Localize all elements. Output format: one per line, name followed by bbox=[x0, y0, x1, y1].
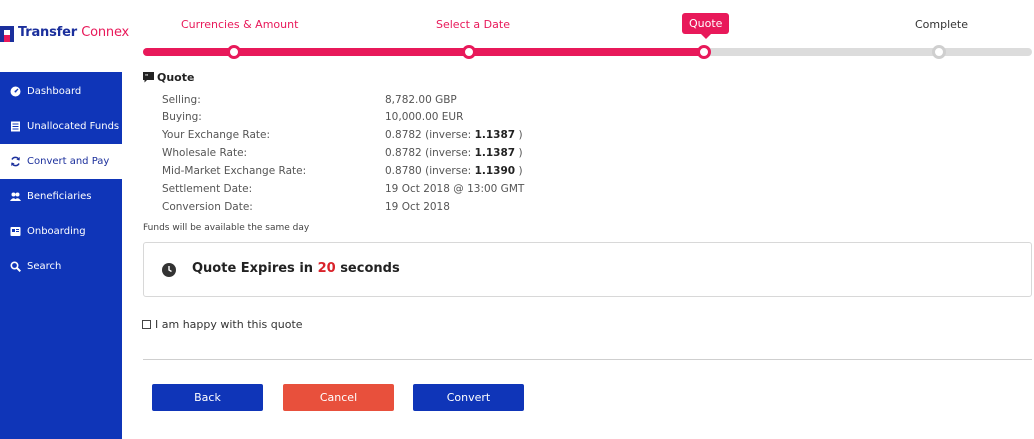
selling-label: Selling: bbox=[162, 94, 201, 106]
settlement-date-label: Settlement Date: bbox=[162, 183, 253, 195]
step-dot-3 bbox=[697, 45, 711, 59]
your-rate-value: 0.8782 (inverse: 1.1387 ) bbox=[385, 129, 523, 141]
step-select-date[interactable]: Select a Date bbox=[436, 18, 510, 31]
cancel-button[interactable]: Cancel bbox=[283, 384, 394, 411]
selling-value: 8,782.00 GBP bbox=[385, 94, 457, 106]
conversion-date-label: Conversion Date: bbox=[162, 201, 253, 213]
users-icon bbox=[10, 191, 21, 202]
sidebar-item-onboarding[interactable]: Onboarding bbox=[0, 214, 122, 249]
quote-icon: " bbox=[143, 72, 154, 83]
back-button[interactable]: Back bbox=[152, 384, 263, 411]
wholesale-rate-label: Wholesale Rate: bbox=[162, 147, 248, 159]
midmarket-rate-label: Mid-Market Exchange Rate: bbox=[162, 165, 307, 177]
quote-title: Quote bbox=[157, 71, 195, 84]
clock-icon bbox=[162, 263, 176, 277]
quote-expiry-panel: Quote Expires in 20 seconds bbox=[143, 242, 1032, 297]
sidebar-item-search[interactable]: Search bbox=[0, 249, 122, 284]
funds-availability-note: Funds will be available the same day bbox=[143, 223, 310, 233]
sidebar-item-label: Search bbox=[27, 261, 62, 272]
onboarding-icon bbox=[10, 226, 21, 237]
wholesale-rate-value: 0.8782 (inverse: 1.1387 ) bbox=[385, 147, 523, 159]
convert-button[interactable]: Convert bbox=[413, 384, 524, 411]
step-dot-1 bbox=[227, 45, 241, 59]
sidebar-item-label: Convert and Pay bbox=[27, 156, 110, 167]
agree-quote-control[interactable]: I am happy with this quote bbox=[142, 318, 303, 331]
conversion-date-value: 19 Oct 2018 bbox=[385, 201, 450, 213]
divider bbox=[143, 359, 1032, 360]
sidebar: Transfer Connex Dashboard Unallocated Fu… bbox=[0, 0, 129, 439]
step-dot-2 bbox=[462, 45, 476, 59]
step-currencies-amount[interactable]: Currencies & Amount bbox=[181, 18, 298, 31]
step-dot-4 bbox=[932, 45, 946, 59]
quote-header: " Quote bbox=[143, 71, 194, 84]
brand-logo[interactable]: Transfer Connex bbox=[0, 0, 129, 72]
sidebar-item-convert-and-pay[interactable]: Convert and Pay bbox=[0, 144, 122, 179]
sidebar-item-dashboard[interactable]: Dashboard bbox=[0, 74, 122, 109]
sidebar-nav: Dashboard Unallocated Funds Convert and … bbox=[0, 72, 122, 439]
sidebar-item-label: Dashboard bbox=[27, 86, 82, 97]
svg-text:": " bbox=[145, 74, 148, 81]
ledger-icon bbox=[10, 121, 21, 132]
step-quote: Quote bbox=[682, 13, 730, 39]
search-icon bbox=[10, 261, 21, 272]
sidebar-item-label: Beneficiaries bbox=[27, 191, 92, 202]
agree-quote-label: I am happy with this quote bbox=[155, 318, 303, 331]
step-complete: Complete bbox=[915, 18, 969, 31]
sidebar-item-label: Onboarding bbox=[27, 226, 86, 237]
quote-expiry-text: Quote Expires in 20 seconds bbox=[192, 261, 400, 276]
midmarket-rate-value: 0.8780 (inverse: 1.1390 ) bbox=[385, 165, 523, 177]
agree-quote-checkbox[interactable] bbox=[142, 320, 151, 329]
sidebar-item-unallocated-funds[interactable]: Unallocated Funds bbox=[0, 109, 122, 144]
logo-mark-icon bbox=[0, 26, 14, 42]
buying-label: Buying: bbox=[162, 111, 202, 123]
settlement-date-value: 19 Oct 2018 @ 13:00 GMT bbox=[385, 183, 525, 195]
expiry-seconds: 20 bbox=[317, 261, 336, 276]
buying-value: 10,000.00 EUR bbox=[385, 111, 464, 123]
sidebar-item-beneficiaries[interactable]: Beneficiaries bbox=[0, 179, 122, 214]
your-rate-label: Your Exchange Rate: bbox=[162, 129, 271, 141]
sidebar-item-label: Unallocated Funds bbox=[27, 121, 120, 132]
dashboard-icon bbox=[10, 86, 21, 97]
refresh-icon bbox=[10, 156, 21, 167]
brand-name: Transfer Connex bbox=[18, 25, 130, 40]
